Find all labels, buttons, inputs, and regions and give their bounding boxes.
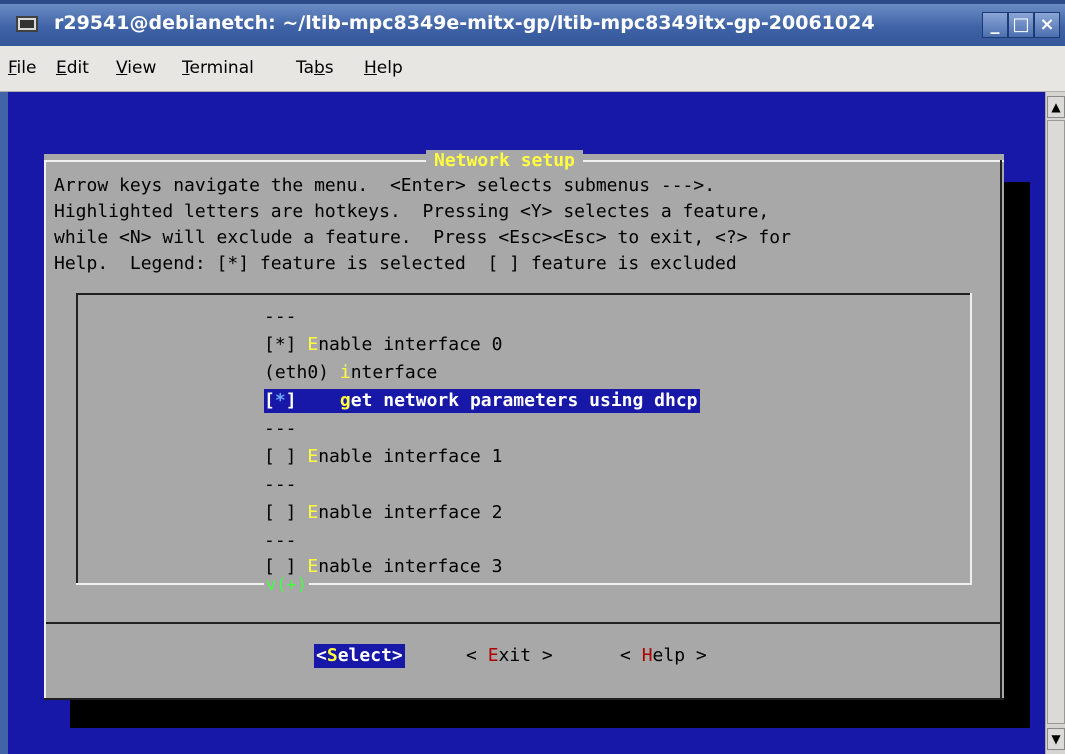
dialog-border-bottom xyxy=(44,698,1004,700)
window-title: r29541@debianetch: ~/ltib-mpc8349e-mitx-… xyxy=(54,12,875,34)
indent-gap xyxy=(297,390,340,411)
hotkey-letter: E xyxy=(307,446,319,467)
checkbox-state: [ ] xyxy=(264,556,308,577)
menu-border-left xyxy=(76,293,78,585)
dialog-border-right xyxy=(1000,160,1002,700)
menu-file[interactable]: File xyxy=(8,58,36,78)
terminal-area[interactable]: Network setup Arrow keys navigate the me… xyxy=(8,92,1045,754)
help-text-line: while <N> will exclude a feature. Press … xyxy=(54,227,791,248)
vertical-scrollbar[interactable]: ▲ ▼ xyxy=(1045,92,1065,754)
hotkey-letter: E xyxy=(307,556,319,577)
menu-separator: --- xyxy=(264,474,297,495)
menu-border-top xyxy=(76,293,972,295)
hotkey-letter: E xyxy=(307,334,319,355)
menu-border-right xyxy=(970,293,972,585)
menu-item-label: nable interface 2 xyxy=(318,502,503,523)
scrollbar-thumb[interactable] xyxy=(1047,120,1065,724)
menu-tabs[interactable]: Tabs xyxy=(296,58,334,78)
hotkey-letter: E xyxy=(307,502,319,523)
hotkey-letter: i xyxy=(339,362,351,383)
help-button[interactable]: < Help > xyxy=(620,644,707,668)
checkbox-open-bracket: [ xyxy=(264,390,275,411)
help-text-line: Highlighted letters are hotkeys. Pressin… xyxy=(54,201,770,222)
terminal-icon[interactable] xyxy=(16,16,38,32)
menu-item-label: nable interface 1 xyxy=(318,446,503,467)
menubar: File Edit View Terminal Tabs Help xyxy=(0,46,1065,92)
minimize-button[interactable]: _ xyxy=(982,12,1008,38)
hotkey-letter: H xyxy=(641,645,653,666)
checkbox-cursor: * xyxy=(274,390,286,411)
hotkey-letter: g xyxy=(339,390,351,411)
dialog-title: Network setup xyxy=(426,150,583,172)
menu-item-enable-interface-1[interactable]: [ ] Enable interface 1 xyxy=(264,445,502,469)
menu-item-eth0-interface[interactable]: (eth0) interface xyxy=(264,361,437,385)
menu-view[interactable]: View xyxy=(116,58,156,78)
checkbox-state: [*] xyxy=(264,334,308,355)
help-text-line: Help. Legend: [*] feature is selected [ … xyxy=(54,253,737,274)
menu-edit[interactable]: Edit xyxy=(56,58,89,78)
menu-help[interactable]: Help xyxy=(364,58,403,78)
window-left-border xyxy=(0,92,8,754)
menuconfig-dialog: Network setup Arrow keys navigate the me… xyxy=(44,150,1004,700)
button-separator xyxy=(46,622,1000,624)
window-titlebar[interactable]: r29541@debianetch: ~/ltib-mpc8349e-mitx-… xyxy=(0,0,1065,46)
menu-separator: --- xyxy=(264,530,297,551)
menu-item-dhcp-selected[interactable]: [*] get network parameters using dhcp xyxy=(264,389,700,413)
checkbox-state: [ ] xyxy=(264,446,308,467)
menu-separator: --- xyxy=(264,418,297,439)
hotkey-letter: E xyxy=(487,645,499,666)
select-button[interactable]: <Select> xyxy=(314,644,405,668)
value-field: (eth0) xyxy=(264,362,340,383)
menu-list: --- [*] Enable interface 0 (eth0) interf… xyxy=(76,293,972,595)
scroll-more-indicator: v(+) xyxy=(264,575,309,595)
menu-item-label: et network parameters using dhcp xyxy=(350,390,698,411)
hotkey-letter: S xyxy=(326,645,338,666)
checkbox-close-bracket: ] xyxy=(285,390,297,411)
exit-button[interactable]: < Exit > xyxy=(466,644,553,668)
dialog-border-left xyxy=(44,160,46,700)
maximize-button[interactable]: □ xyxy=(1008,12,1034,38)
menu-separator: --- xyxy=(264,306,297,327)
help-text-line: Arrow keys navigate the menu. <Enter> se… xyxy=(54,175,716,196)
checkbox-state: [ ] xyxy=(264,502,308,523)
close-button[interactable]: × xyxy=(1034,12,1060,38)
menu-item-label: nterface xyxy=(350,362,438,383)
menu-terminal[interactable]: Terminal xyxy=(182,58,254,78)
menu-item-enable-interface-0[interactable]: [*] Enable interface 0 xyxy=(264,333,502,357)
menu-item-enable-interface-2[interactable]: [ ] Enable interface 2 xyxy=(264,501,502,525)
scroll-down-arrow-icon[interactable]: ▼ xyxy=(1047,728,1065,750)
scroll-up-arrow-icon[interactable]: ▲ xyxy=(1047,96,1065,118)
menu-item-label: nable interface 0 xyxy=(318,334,503,355)
menu-item-label: nable interface 3 xyxy=(318,556,503,577)
menu-border-bottom xyxy=(76,583,972,585)
